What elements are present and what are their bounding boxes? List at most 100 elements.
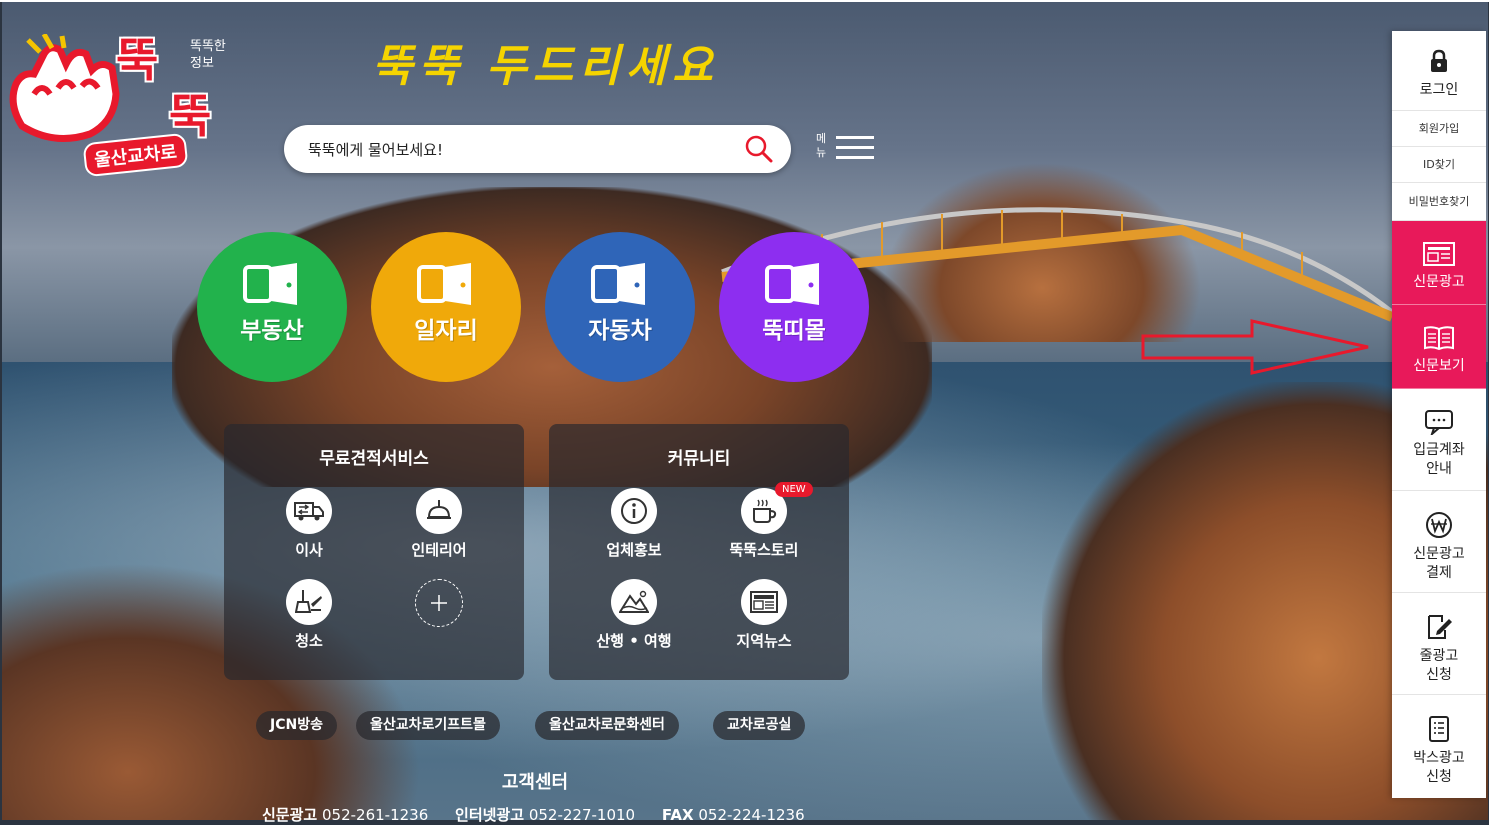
phone-entry: 인터넷광고 052-227-1010: [455, 806, 635, 824]
logo-char-top: 뚝: [116, 33, 159, 87]
menu-label-2: 뉴: [815, 146, 827, 159]
list-document-icon: [1429, 716, 1449, 742]
cleaning-service-link[interactable]: 청소: [254, 579, 364, 651]
search-icon[interactable]: [745, 135, 773, 163]
search-bar: [284, 125, 791, 175]
community-panel: 커뮤니티 업체홍보 NEW 뚝뚝스토리 산행 • 여행 지역뉴스: [549, 424, 849, 680]
item-label: 청소: [295, 632, 323, 650]
culture-center-link[interactable]: 울산교차로문화센터: [535, 711, 679, 740]
business-promo-link[interactable]: 업체홍보: [579, 488, 689, 560]
category-car-button[interactable]: 자동차: [545, 232, 695, 382]
moving-truck-icon: [286, 488, 332, 534]
category-label: 부동산: [240, 318, 304, 344]
vacancy-link[interactable]: 교차로공실: [713, 711, 806, 740]
broom-icon: [286, 579, 332, 625]
ad-payment-label-1: 신문광고: [1413, 546, 1465, 562]
find-id-link[interactable]: ID찾기: [1392, 147, 1486, 183]
signup-label: 회원가입: [1418, 122, 1460, 135]
category-label: 뚝띠몰: [762, 318, 826, 344]
slogan-text: 뚝뚝 두드리세요: [372, 41, 719, 92]
plus-icon: [415, 579, 463, 627]
ad-payment-label-2: 결제: [1426, 565, 1452, 581]
add-service-button[interactable]: [384, 579, 494, 627]
menu-label: 메 뉴: [814, 132, 828, 160]
door-icon: [591, 263, 645, 305]
newspaper-view-button[interactable]: 신문보기: [1392, 305, 1486, 389]
find-password-link[interactable]: 비밀번호찾기: [1392, 183, 1486, 221]
door-icon: [765, 263, 819, 305]
phone-number: 052-261-1236: [321, 806, 429, 824]
item-label: 지역뉴스: [736, 632, 792, 650]
speech-bubble-icon: [1425, 410, 1453, 435]
item-label: 산행 • 여행: [596, 632, 672, 650]
open-book-icon: [1424, 326, 1454, 351]
fax-label: FAX: [661, 806, 694, 824]
mountain-icon: [611, 579, 657, 625]
site-logo[interactable]: 뚝 뚝 똑똑한 정보 울산교차로: [4, 14, 244, 178]
gift-mall-link[interactable]: 울산교차로기프트몰: [356, 711, 500, 740]
find-password-label: 비밀번호찾기: [1408, 195, 1470, 208]
search-input[interactable]: [306, 125, 740, 175]
category-jobs-button[interactable]: 일자리: [371, 232, 521, 382]
deposit-account-button[interactable]: 입금계좌 안내: [1392, 389, 1486, 491]
new-badge: NEW: [775, 482, 813, 497]
door-icon: [417, 263, 471, 305]
info-icon: [611, 488, 657, 534]
lock-icon: [1431, 49, 1447, 72]
door-icon: [243, 263, 297, 305]
category-mall-button[interactable]: 뚝띠몰: [719, 232, 869, 382]
newspaper-ad-icon: [1423, 242, 1455, 266]
find-id-label: ID찾기: [1423, 158, 1455, 171]
deposit-label-2: 안내: [1426, 461, 1452, 477]
ceiling-lamp-icon: [416, 488, 462, 534]
jcn-broadcast-link[interactable]: JCN방송: [256, 711, 337, 740]
phone-entry: 신문광고 052-261-1236: [262, 806, 428, 824]
line-ad-label-2: 신청: [1426, 667, 1452, 683]
hamburger-icon: [836, 136, 874, 139]
box-ad-label-1: 박스광고: [1413, 750, 1465, 766]
category-label: 자동차: [588, 318, 652, 344]
interior-service-link[interactable]: 인테리어: [384, 488, 494, 560]
line-ad-request-button[interactable]: 줄광고 신청: [1392, 593, 1486, 695]
won-coin-icon: [1426, 512, 1452, 538]
login-button[interactable]: 로그인: [1392, 31, 1486, 111]
logo-tagline-2: 정보: [190, 56, 214, 71]
newspaper-icon: [741, 579, 787, 625]
edit-document-icon: [1428, 615, 1452, 639]
fax-entry: FAX 052-224-1236: [662, 806, 805, 824]
hamburger-icon-bar: [836, 146, 874, 149]
item-label: 인테리어: [411, 541, 467, 559]
panel-title: 무료견적서비스: [319, 449, 429, 469]
box-ad-label-2: 신청: [1426, 769, 1452, 785]
signup-link[interactable]: 회원가입: [1392, 111, 1486, 147]
deposit-label-1: 입금계좌: [1413, 442, 1465, 458]
customer-center-title: 고객센터: [501, 772, 569, 793]
logo-tagline-1: 똑똑한: [190, 39, 226, 54]
login-label: 로그인: [1419, 82, 1459, 98]
category-real-estate-button[interactable]: 부동산: [197, 232, 347, 382]
right-quick-menu: 로그인 회원가입 ID찾기 비밀번호찾기 신문광고 신문보기 입금계좌 안내 신…: [1392, 31, 1486, 798]
menu-button[interactable]: 메 뉴: [814, 132, 876, 164]
box-ad-request-button[interactable]: 박스광고 신청: [1392, 695, 1486, 798]
ad-payment-button[interactable]: 신문광고 결제: [1392, 491, 1486, 593]
category-label: 일자리: [414, 318, 478, 344]
line-ad-label-1: 줄광고: [1419, 648, 1459, 664]
hand-logo-icon: [9, 34, 120, 142]
item-label: 이사: [295, 541, 323, 559]
hiking-travel-link[interactable]: 산행 • 여행: [579, 579, 689, 651]
story-link[interactable]: NEW 뚝뚝스토리: [709, 482, 819, 560]
item-label: 업체홍보: [606, 541, 662, 559]
panel-title: 커뮤니티: [667, 449, 731, 469]
newspaper-ad-button[interactable]: 신문광고: [1392, 221, 1486, 305]
newspaper-view-label: 신문보기: [1413, 358, 1465, 374]
local-news-link[interactable]: 지역뉴스: [709, 579, 819, 651]
logo-tagline: 똑똑한 정보: [190, 38, 240, 72]
hamburger-icon-bar: [836, 156, 874, 159]
fax-number: 052-224-1236: [698, 806, 805, 824]
item-label: 뚝뚝스토리: [729, 541, 799, 559]
customer-center-phones: 신문광고 052-261-1236 인터넷광고 052-227-1010 FAX…: [262, 804, 827, 825]
phone-number: 052-227-1010: [528, 806, 636, 824]
phone-label: 신문광고: [262, 806, 318, 824]
estimate-service-panel: 무료견적서비스 이사 인테리어 청소: [224, 424, 524, 680]
moving-service-link[interactable]: 이사: [254, 488, 364, 560]
